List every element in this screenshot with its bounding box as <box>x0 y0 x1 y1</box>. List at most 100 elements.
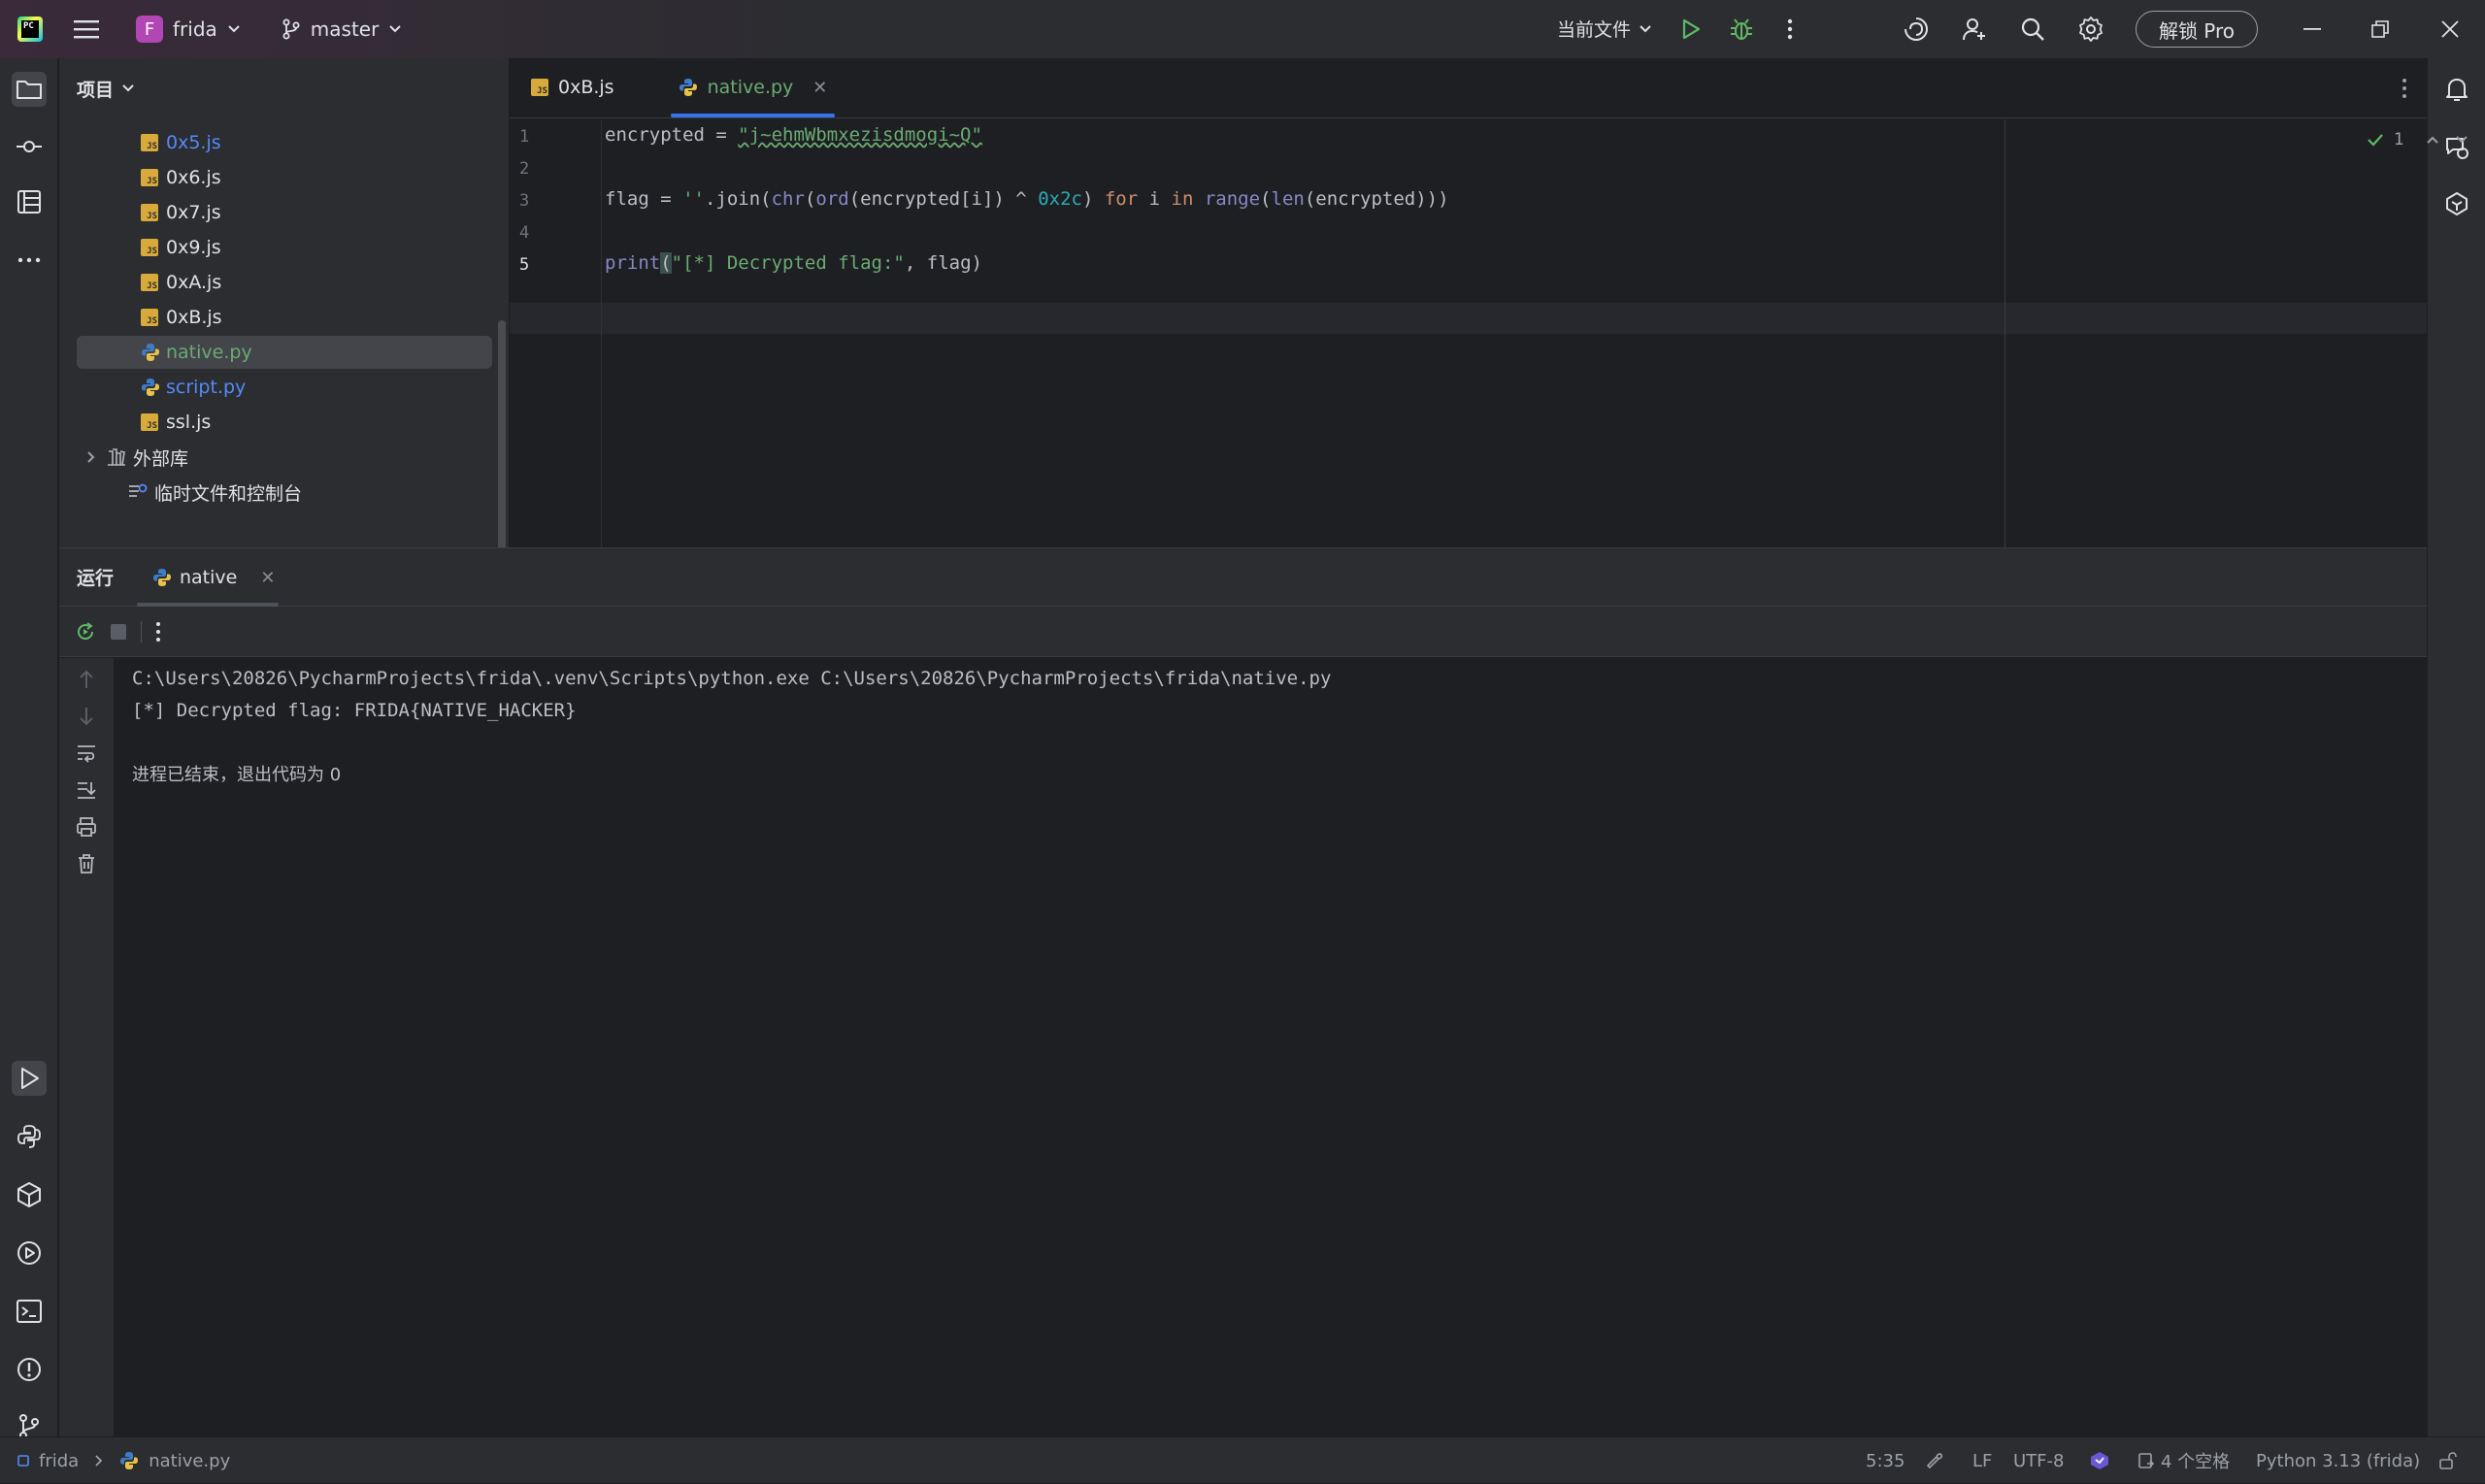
vcs-branch-switcher[interactable]: master <box>282 17 403 41</box>
search-icon[interactable] <box>2017 14 2048 45</box>
tab-native-py[interactable]: native.py ✕ <box>657 57 849 117</box>
tab-label: 0xB.js <box>558 77 614 98</box>
stop-icon[interactable] <box>110 623 127 641</box>
breadcrumb-file[interactable]: native.py <box>149 1451 230 1471</box>
javascript-file-icon: JS <box>141 309 158 326</box>
module-icon <box>17 1455 29 1467</box>
services-icon[interactable] <box>12 1236 47 1270</box>
project-name: frida <box>173 17 217 41</box>
python-console-icon[interactable] <box>12 1119 47 1154</box>
terminal-icon[interactable] <box>12 1294 47 1329</box>
tree-item-label: 临时文件和控制台 <box>154 482 303 505</box>
tree-item-0xa-js[interactable]: JS 0xA.js <box>77 266 550 299</box>
tree-item-ssl-js[interactable]: JS ssl.js <box>77 406 550 439</box>
tree-item-scratches[interactable]: 临时文件和控制台 <box>77 476 550 509</box>
line-number: 4 <box>519 223 530 243</box>
editor-area: JS 0xB.js native.py ✕ 1 2 3 4 5 encrypte… <box>510 57 2468 547</box>
restore-window-icon[interactable] <box>2365 14 2396 45</box>
settings-gear-icon[interactable] <box>2075 14 2106 45</box>
tree-item-0xb-js[interactable]: JS 0xB.js <box>77 301 550 334</box>
structure-icon[interactable] <box>12 184 47 219</box>
code-number: 0x2c <box>1038 188 1082 210</box>
code-builtin: len <box>1271 188 1305 210</box>
indent-label: 4 个空格 <box>2161 1452 2231 1472</box>
more-options-icon[interactable] <box>155 621 161 643</box>
indent-settings[interactable]: 4 个空格 <box>2137 1437 2230 1484</box>
chevron-down-icon[interactable] <box>2455 135 2468 145</box>
python-file-icon <box>141 343 160 362</box>
tab-label: native.py <box>707 77 794 98</box>
rerun-icon[interactable] <box>75 621 96 643</box>
tree-item-external-libraries[interactable]: 外部库 <box>77 441 550 474</box>
tree-item-label: ssl.js <box>166 412 212 433</box>
readonly-toggle-icon[interactable] <box>1926 1437 1943 1484</box>
more-tool-windows-icon[interactable] <box>12 243 47 278</box>
python-file-icon <box>679 78 698 97</box>
close-window-icon[interactable] <box>2435 14 2466 45</box>
ai-status-icon[interactable] <box>2089 1437 2110 1484</box>
tree-item-0x6-js[interactable]: JS 0x6.js <box>77 161 550 194</box>
trash-icon[interactable] <box>73 850 100 877</box>
scroll-to-end-icon[interactable] <box>73 776 100 804</box>
tree-item-0x5-js[interactable]: JS 0x5.js <box>77 126 550 159</box>
branch-name: master <box>310 17 380 41</box>
caret-position[interactable]: 5:35 <box>1866 1437 1905 1484</box>
unlock-pro-button[interactable]: 解锁 Pro <box>2136 11 2258 48</box>
title-bar: PC F frida master 当前文件 解锁 Pro <box>0 0 2485 58</box>
scroll-up-icon[interactable] <box>73 666 100 693</box>
breadcrumb-project[interactable]: frida <box>39 1451 79 1471</box>
indent-icon <box>2137 1452 2155 1469</box>
inspection-widget[interactable]: 1 <box>2367 130 2468 149</box>
tree-item-0x7-js[interactable]: JS 0x7.js <box>77 196 550 229</box>
print-icon[interactable] <box>73 813 100 841</box>
run-panel-title: 运行 <box>77 568 115 589</box>
minimize-icon[interactable] <box>2297 14 2328 45</box>
tree-item-0x9-js[interactable]: JS 0x9.js <box>77 231 550 264</box>
file-encoding[interactable]: UTF-8 <box>2013 1437 2064 1484</box>
close-tab-icon[interactable]: ✕ <box>812 78 827 98</box>
console-output[interactable]: C:\Users\20826\PycharmProjects\frida\.ve… <box>132 663 1331 791</box>
project-panel-header[interactable]: 项目 <box>59 58 509 118</box>
notifications-bell-icon[interactable] <box>2439 72 2474 107</box>
add-user-icon[interactable] <box>1959 14 1990 45</box>
problems-icon[interactable] <box>12 1352 47 1387</box>
python-packages-icon[interactable] <box>12 1177 47 1212</box>
jetbrains-ai-icon[interactable] <box>2439 186 2474 221</box>
run-icon[interactable] <box>1675 14 1706 45</box>
branch-icon <box>282 18 301 40</box>
tab-0xb-js[interactable]: JS 0xB.js <box>510 57 636 117</box>
debug-icon[interactable] <box>1726 14 1757 45</box>
project-folder-icon[interactable] <box>12 72 47 107</box>
ai-assistant-icon[interactable] <box>1901 14 1932 45</box>
main-menu-icon[interactable] <box>72 15 101 44</box>
editor-more-icon[interactable] <box>2402 78 2407 99</box>
code-keyword: in <box>1171 188 1194 210</box>
line-separator[interactable]: LF <box>1972 1437 1992 1484</box>
tree-item-script-py[interactable]: script.py <box>77 371 550 404</box>
code-editor[interactable]: encrypted = "j~ehmWbmxezisdmogi~Q" flag … <box>605 119 2427 547</box>
unlock-icon[interactable] <box>2438 1437 2458 1484</box>
commit-icon[interactable] <box>12 129 47 164</box>
project-switcher[interactable]: F frida <box>128 10 248 49</box>
more-actions-icon[interactable] <box>1774 14 1806 45</box>
tree-item-label: 外部库 <box>133 447 189 470</box>
scroll-down-icon[interactable] <box>73 703 100 730</box>
code-line-5: print("[*] Decrypted flag:", flag) <box>605 247 982 279</box>
tree-item-label: 0x6.js <box>166 167 221 188</box>
project-panel-title: 项目 <box>77 79 115 101</box>
soft-wrap-icon[interactable] <box>73 740 100 767</box>
code-token: encrypted = <box>605 124 739 146</box>
library-icon <box>106 447 127 467</box>
run-config-label: 当前文件 <box>1557 19 1632 41</box>
line-number: 3 <box>519 191 530 211</box>
run-tool-icon[interactable] <box>12 1061 47 1096</box>
left-tool-window-bar <box>0 58 58 1439</box>
run-tab-native[interactable]: native ✕ <box>137 548 290 607</box>
run-configuration-selector[interactable]: 当前文件 <box>1557 16 1652 42</box>
python-interpreter[interactable]: Python 3.13 (frida) <box>2256 1437 2420 1484</box>
tree-item-native-py[interactable]: native.py <box>77 336 492 369</box>
chevron-up-icon[interactable] <box>2426 135 2439 145</box>
chevron-right-icon[interactable] <box>86 450 96 464</box>
close-run-tab-icon[interactable]: ✕ <box>260 568 275 588</box>
javascript-file-icon: JS <box>141 239 158 256</box>
